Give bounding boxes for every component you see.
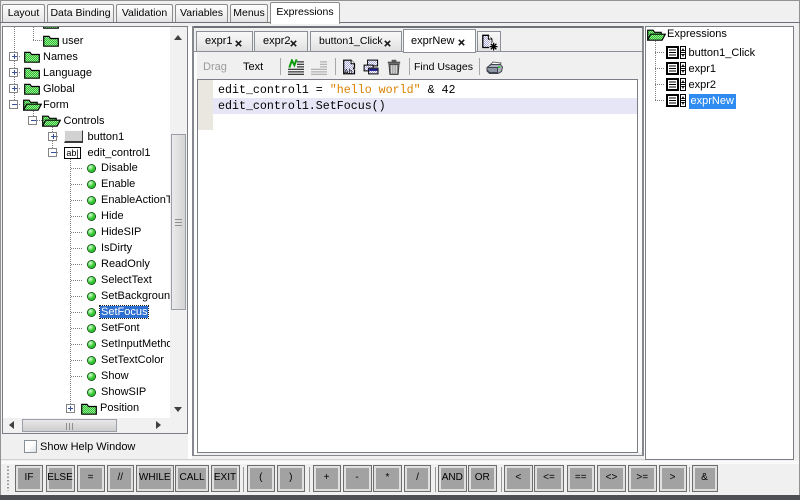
svg-text:Ab: Ab — [344, 69, 353, 75]
